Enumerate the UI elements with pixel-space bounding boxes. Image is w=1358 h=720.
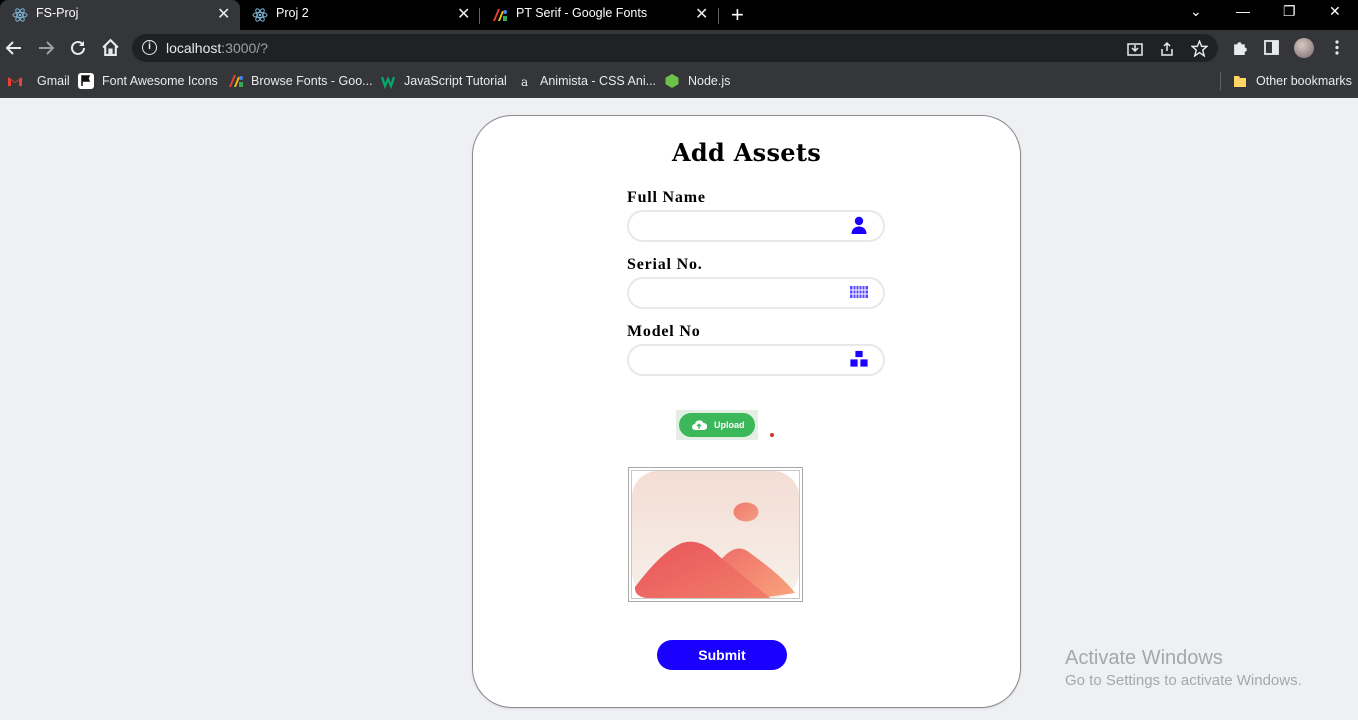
bookmark-label: Font Awesome Icons [102, 74, 218, 88]
placeholder-image-icon [632, 471, 799, 598]
close-tab-icon[interactable]: ✕ [217, 4, 230, 24]
full-name-input[interactable] [627, 210, 885, 242]
other-bookmarks-label: Other bookmarks [1256, 74, 1352, 88]
google-fonts-icon [229, 75, 243, 87]
gmail-icon [8, 77, 22, 86]
w3schools-icon [381, 76, 396, 89]
side-panel-icon[interactable] [1264, 40, 1279, 55]
svg-text:a: a [521, 75, 528, 89]
tab-pt-serif[interactable]: PT Serif - Google Fonts ✕ [480, 0, 718, 30]
site-info-icon[interactable]: i [142, 40, 157, 55]
add-assets-card: Add Assets Full Name Serial No. Model No [472, 115, 1021, 708]
bookmark-gmail[interactable]: Gmail [7, 73, 70, 89]
activate-windows-subtitle: Go to Settings to activate Windows. [1065, 672, 1302, 689]
share-icon[interactable] [1159, 41, 1175, 57]
bookmark-label: JavaScript Tutorial [404, 74, 507, 88]
upload-label: Upload [714, 420, 745, 430]
tab-title: PT Serif - Google Fonts [516, 6, 648, 20]
install-icon[interactable] [1127, 41, 1143, 57]
other-bookmarks[interactable]: Other bookmarks [1232, 73, 1352, 89]
restore-button[interactable]: ❐ [1283, 3, 1296, 20]
minimize-button[interactable]: — [1236, 3, 1250, 19]
profile-avatar[interactable] [1294, 38, 1314, 58]
tab-strip: FS-Proj ✕ Proj 2 ✕ PT Serif - Google Fon… [0, 0, 1358, 30]
bookmark-label: Node.js [688, 74, 731, 88]
nodejs-icon [665, 74, 679, 88]
browser-toolbar: i localhost:3000/? [0, 30, 1358, 66]
address-bar[interactable]: i localhost:3000/? [132, 34, 1218, 62]
tab-title: FS-Proj [36, 6, 79, 20]
full-name-label: Full Name [627, 189, 706, 206]
close-tab-icon[interactable]: ✕ [457, 4, 470, 24]
google-fonts-icon [493, 9, 507, 21]
home-icon[interactable] [101, 38, 120, 57]
bookmark-label: Animista - CSS Ani... [540, 74, 657, 88]
user-icon [851, 216, 867, 234]
new-tab-button[interactable]: + [731, 2, 744, 28]
url-text: localhost:3000/? [166, 40, 268, 56]
bookmark-browse-fonts[interactable]: Browse Fonts - Goo... [228, 73, 373, 89]
react-icon [252, 8, 268, 22]
serial-no-input[interactable] [627, 277, 885, 309]
submit-button[interactable]: Submit [657, 640, 787, 670]
animista-icon: a [521, 75, 528, 89]
barcode-icon [850, 286, 868, 298]
bookmarks-bar: Gmail Font Awesome Icons Browse Fonts - … [0, 66, 1358, 98]
extensions-icon[interactable] [1232, 39, 1249, 56]
bookmark-star-icon[interactable] [1191, 40, 1208, 57]
bookmark-font-awesome[interactable]: Font Awesome Icons [78, 73, 218, 89]
bookmark-nodejs[interactable]: Node.js [664, 73, 730, 89]
bookmark-animista[interactable]: a Animista - CSS Ani... [517, 73, 656, 89]
back-icon[interactable] [5, 39, 23, 57]
serial-no-label: Serial No. [627, 256, 703, 273]
tab-proj-2[interactable]: Proj 2 ✕ [240, 0, 480, 30]
bookmark-javascript-tutorial[interactable]: JavaScript Tutorial [381, 73, 507, 89]
reload-icon[interactable] [69, 39, 87, 57]
tab-fs-proj[interactable]: FS-Proj ✕ [0, 0, 240, 30]
menu-kebab-icon[interactable] [1334, 39, 1340, 56]
close-tab-icon[interactable]: ✕ [695, 4, 708, 24]
react-icon [12, 8, 28, 22]
folder-icon [1234, 76, 1246, 87]
cloud-upload-icon [692, 420, 707, 430]
upload-button[interactable]: Upload [676, 410, 758, 440]
close-window-button[interactable]: ✕ [1329, 3, 1341, 20]
model-no-input[interactable] [627, 344, 885, 376]
bookmarks-divider [1220, 72, 1221, 90]
flag-icon [78, 73, 94, 89]
model-no-label: Model No [627, 323, 701, 340]
upload-status-dot [770, 433, 774, 437]
bookmark-label: Gmail [37, 74, 70, 88]
page-title: Add Assets [671, 138, 822, 167]
tab-search-icon[interactable]: ⌄ [1190, 3, 1202, 20]
tab-divider [718, 8, 719, 24]
image-preview [628, 467, 803, 602]
tab-title: Proj 2 [276, 6, 309, 20]
forward-icon[interactable] [37, 39, 55, 57]
upload-pill[interactable]: Upload [679, 413, 755, 437]
activate-windows-title: Activate Windows [1065, 647, 1223, 669]
bookmark-label: Browse Fonts - Goo... [251, 74, 373, 88]
image-preview-frame [631, 470, 800, 599]
cubes-icon [849, 350, 869, 368]
